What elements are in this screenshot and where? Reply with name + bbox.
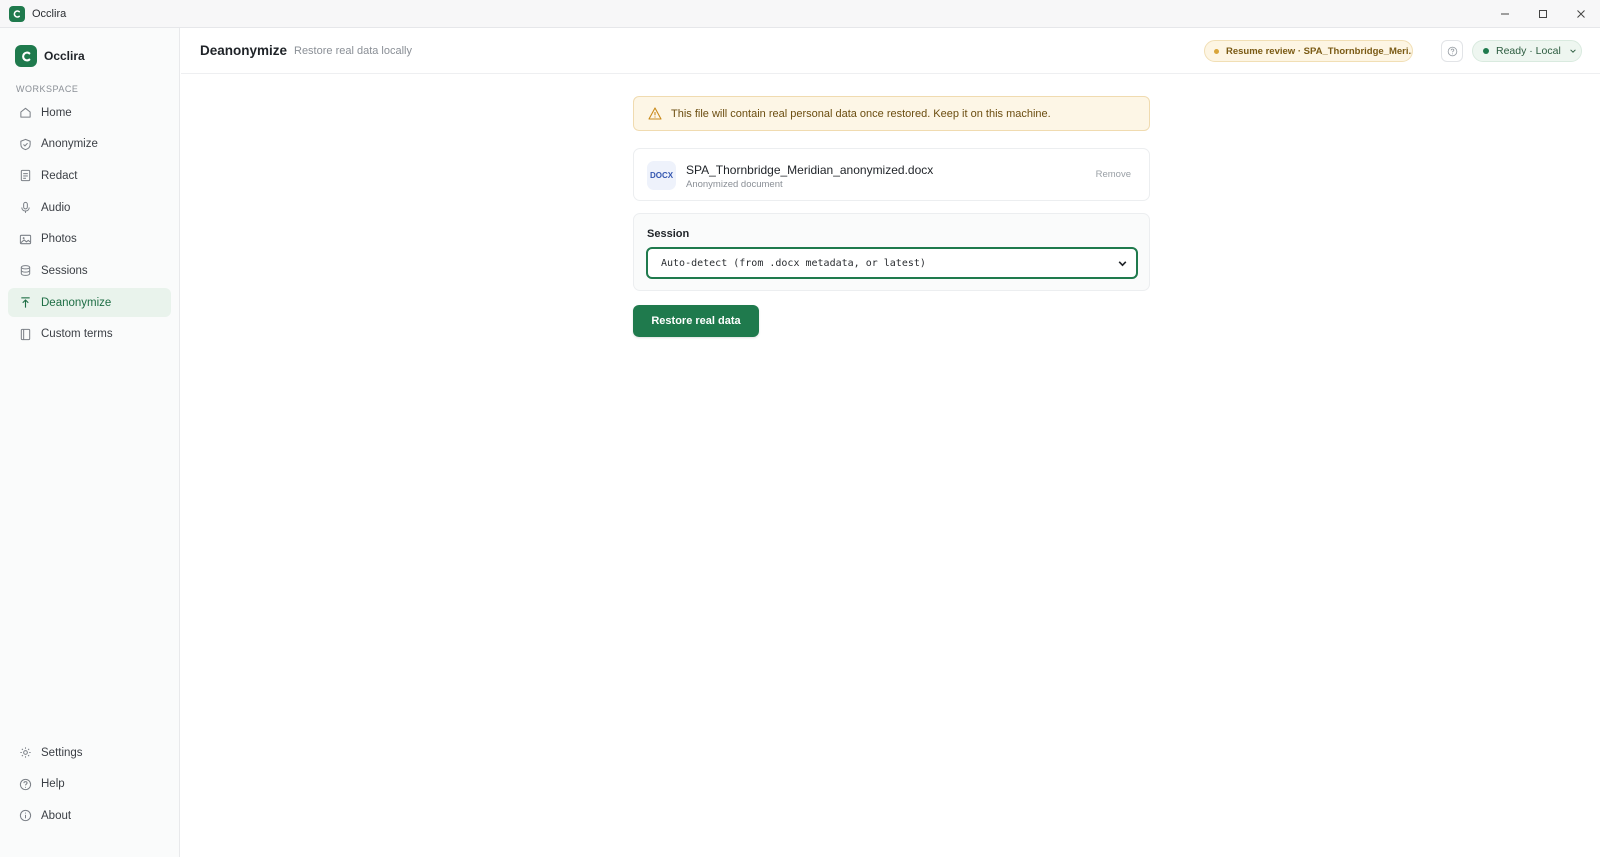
- session-select[interactable]: Auto-detect (from .docx metadata, or lat…: [646, 247, 1138, 279]
- sidebar-item-custom-terms[interactable]: Custom terms: [8, 320, 171, 349]
- sidebar-item-label: Redact: [41, 169, 78, 182]
- sidebar-item-settings[interactable]: Settings: [8, 738, 171, 767]
- session-selected-value: Auto-detect (from .docx metadata, or lat…: [661, 257, 926, 269]
- sidebar-item-label: Anonymize: [41, 138, 98, 151]
- sidebar-item-help[interactable]: Help: [8, 770, 171, 799]
- file-card: DOCX SPA_Thornbridge_Meridian_anonymized…: [633, 148, 1150, 201]
- chevron-down-icon: [1569, 47, 1577, 55]
- home-icon: [18, 106, 32, 120]
- warning-text: This file will contain real personal dat…: [671, 107, 1051, 120]
- sidebar-item-deanonymize[interactable]: Deanonymize: [8, 288, 171, 318]
- sidebar-item-label: Audio: [41, 201, 71, 214]
- sidebar-item-label: Home: [41, 106, 72, 119]
- close-icon[interactable]: [1562, 0, 1600, 28]
- resume-review-button[interactable]: Resume review · SPA_Thornbridge_Meri...: [1204, 40, 1413, 62]
- session-card: Session Auto-detect (from .docx metadata…: [633, 213, 1150, 291]
- brand-logo-icon: [15, 45, 37, 67]
- sidebar-item-label: Settings: [41, 746, 83, 759]
- restore-real-data-button[interactable]: Restore real data: [633, 305, 759, 337]
- sidebar-item-audio[interactable]: Audio: [8, 193, 171, 222]
- app-logo-icon: [9, 5, 25, 22]
- sidebar-item-about[interactable]: About: [8, 801, 171, 830]
- sidebar-item-redact[interactable]: Redact: [8, 161, 171, 190]
- sidebar-item-home[interactable]: Home: [8, 98, 171, 127]
- maximize-icon[interactable]: [1524, 0, 1562, 28]
- status-label: Ready · Local: [1496, 45, 1561, 57]
- book-icon: [18, 327, 32, 341]
- header-help-button[interactable]: [1441, 40, 1463, 62]
- file-type-label: Anonymized document: [686, 179, 783, 190]
- shield-icon: [18, 137, 32, 151]
- session-label: Session: [647, 228, 690, 240]
- status-dropdown[interactable]: Ready · Local: [1472, 40, 1582, 62]
- gear-icon: [18, 746, 32, 760]
- sidebar-item-photos[interactable]: Photos: [8, 225, 171, 254]
- sidebar-item-label: Sessions: [41, 264, 88, 277]
- upload-arrow-icon: [18, 296, 32, 310]
- workspace-section-label: WORKSPACE: [16, 84, 79, 94]
- warning-icon: [648, 107, 662, 120]
- help-icon: [18, 777, 32, 791]
- microphone-icon: [18, 201, 32, 215]
- chevron-down-icon: [1117, 258, 1128, 269]
- document-icon: [18, 169, 32, 183]
- sidebar-nav: Home Anonymize Redact Audio Photos Sessi…: [8, 98, 171, 352]
- docx-file-icon: DOCX: [647, 161, 676, 190]
- window-controls: [1486, 0, 1600, 28]
- warning-banner: This file will contain real personal dat…: [633, 96, 1150, 131]
- status-dot: [1483, 48, 1489, 54]
- info-icon: [18, 809, 32, 823]
- remove-file-button[interactable]: Remove: [1096, 169, 1131, 180]
- page-subtitle: Restore real data locally: [294, 45, 413, 57]
- sidebar-item-label: About: [41, 809, 72, 822]
- database-icon: [18, 264, 32, 278]
- sidebar-bottom-nav: Settings Help About: [8, 738, 171, 833]
- sidebar: Occlira WORKSPACE Home Anonymize Redact: [0, 28, 180, 857]
- window-title: Occlira: [32, 7, 67, 20]
- brand[interactable]: Occlira: [15, 45, 85, 67]
- sidebar-item-label: Deanonymize: [41, 296, 112, 309]
- page-header: Deanonymize Restore real data locally Re…: [181, 28, 1600, 74]
- page-title: Deanonymize: [200, 43, 288, 58]
- sidebar-item-anonymize[interactable]: Anonymize: [8, 130, 171, 159]
- help-icon: [1447, 46, 1457, 56]
- sidebar-item-label: Custom terms: [41, 328, 113, 341]
- sidebar-item-label: Photos: [41, 233, 77, 246]
- sidebar-item-sessions[interactable]: Sessions: [8, 256, 171, 285]
- image-icon: [18, 232, 32, 246]
- brand-name: Occlira: [44, 49, 85, 63]
- title-bar: Occlira: [0, 0, 1600, 28]
- sidebar-item-label: Help: [41, 778, 65, 791]
- resume-review-label: Resume review · SPA_Thornbridge_Meri...: [1226, 45, 1413, 57]
- file-name: SPA_Thornbridge_Meridian_anonymized.docx: [686, 163, 934, 177]
- minimize-icon[interactable]: [1486, 0, 1524, 28]
- resume-status-dot: [1214, 48, 1219, 54]
